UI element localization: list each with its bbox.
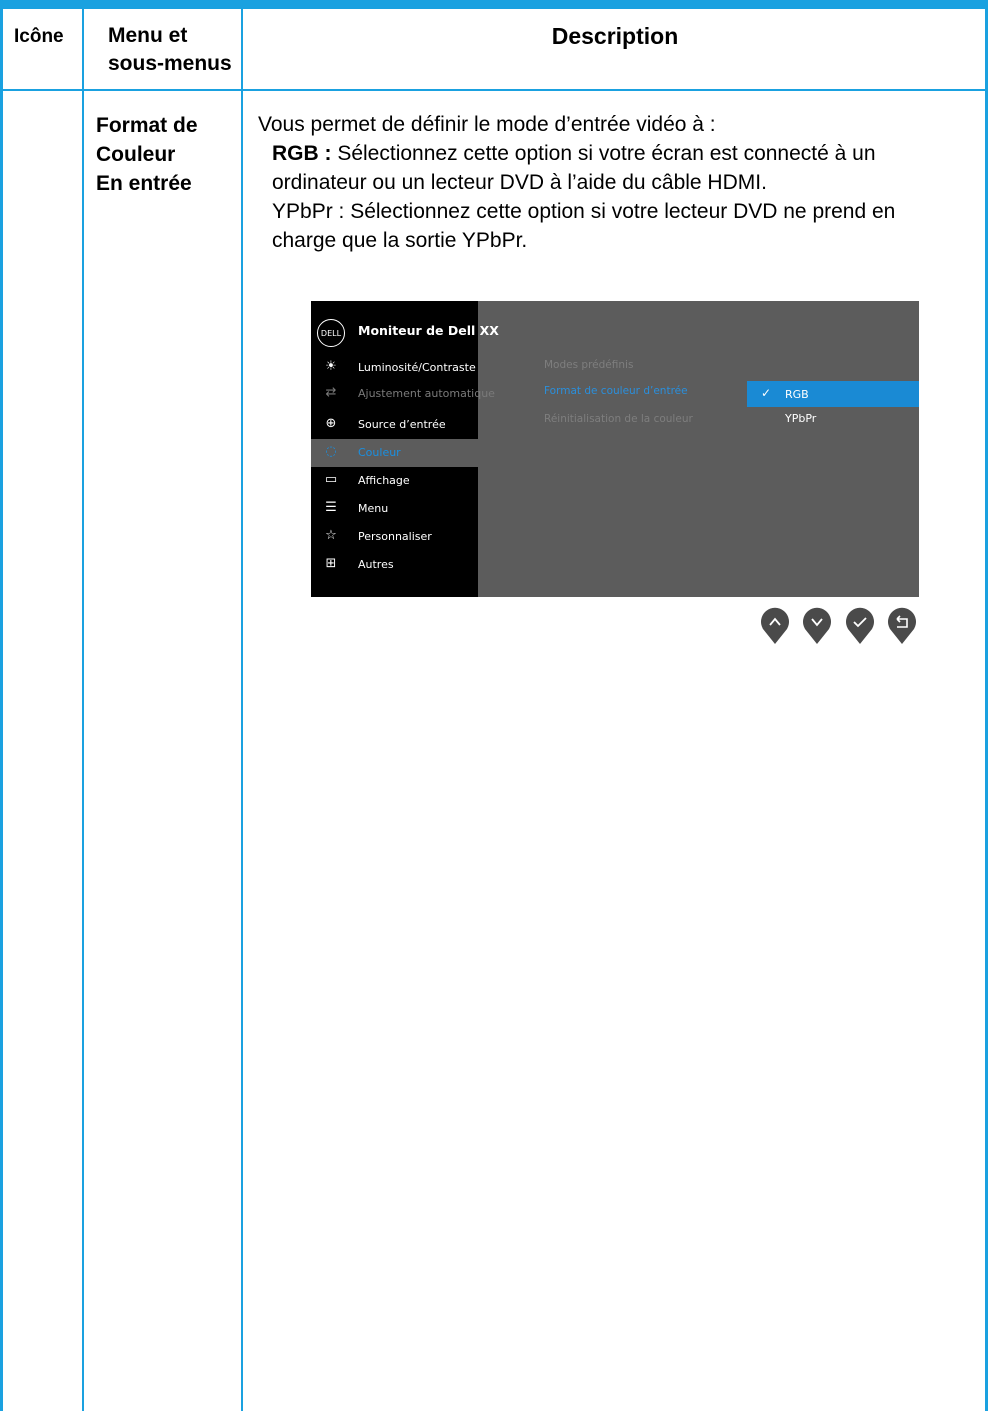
osd-sub-input-color-format[interactable]: Format de couleur d’entrée bbox=[544, 385, 688, 397]
rgb-text: Sélectionnez cette option si votre écran… bbox=[331, 142, 876, 165]
osd-item-others[interactable]: ⊞ Autres bbox=[311, 551, 478, 579]
star-icon: ☆ bbox=[325, 528, 337, 543]
auto-adjust-icon: ⇄ bbox=[325, 385, 337, 400]
back-button[interactable] bbox=[887, 607, 917, 645]
osd-sub-color-reset[interactable]: Réinitialisation de la couleur bbox=[544, 413, 693, 425]
header-icon: Icône bbox=[14, 26, 64, 47]
dell-logo: DELL bbox=[317, 319, 345, 347]
color-icon: ◌ bbox=[325, 444, 337, 459]
osd-item-auto-adjust[interactable]: ⇄ Ajustement automatique bbox=[311, 380, 495, 408]
submenu-line1: Format de bbox=[96, 114, 198, 137]
desc-ypbpr-2: charge que la sortie YPbPr. bbox=[272, 229, 528, 252]
table-header-divider bbox=[0, 89, 988, 91]
osd-option-label: YPbPr bbox=[785, 412, 817, 425]
osd-item-input-source[interactable]: ⊕ Source d’entrée bbox=[311, 411, 478, 439]
submenu-line3: En entrée bbox=[96, 172, 192, 195]
header-menu-line1: Menu et bbox=[108, 24, 188, 47]
osd-item-label: Source d’entrée bbox=[358, 418, 446, 431]
input-source-icon: ⊕ bbox=[325, 416, 337, 431]
checkmark-icon: ✓ bbox=[761, 386, 772, 400]
desc-rgb-2: ordinateur ou un lecteur DVD à l’aide du… bbox=[272, 171, 767, 194]
osd-title: Moniteur de Dell XX bbox=[358, 323, 499, 338]
table-col-divider-1 bbox=[82, 9, 84, 1411]
ok-button[interactable] bbox=[845, 607, 875, 645]
osd-menu-screenshot: DELL Moniteur de Dell XX ☀ Luminosité/Co… bbox=[311, 301, 919, 597]
osd-item-label: Ajustement automatique bbox=[358, 387, 495, 400]
osd-item-display[interactable]: ▭ Affichage bbox=[311, 467, 478, 495]
osd-item-menu[interactable]: ☰ Menu bbox=[311, 495, 478, 523]
osd-option-label: RGB bbox=[785, 388, 809, 401]
table-border-left bbox=[0, 9, 3, 1411]
osd-item-label: Luminosité/Contraste bbox=[358, 361, 476, 374]
table-col-divider-2 bbox=[241, 9, 243, 1411]
osd-sub-preset-modes[interactable]: Modes prédéfinis bbox=[544, 359, 633, 371]
osd-item-label: Personnaliser bbox=[358, 530, 432, 543]
rgb-label: RGB : bbox=[272, 142, 332, 165]
header-menu-line2: sous-menus bbox=[108, 52, 232, 75]
header-menu: Menu et sous-menus bbox=[108, 22, 232, 78]
header-description: Description bbox=[551, 23, 679, 49]
menu-icon: ☰ bbox=[325, 500, 337, 515]
desc-ypbpr: YPbPr : Sélectionnez cette option si vot… bbox=[272, 200, 896, 223]
others-icon: ⊞ bbox=[325, 556, 337, 571]
osd-item-brightness[interactable]: ☀ Luminosité/Contraste bbox=[311, 354, 478, 382]
osd-item-label: Couleur bbox=[358, 446, 401, 459]
description-text: Vous permet de définir le mode d’entrée … bbox=[258, 110, 982, 255]
osd-option-ypbpr[interactable]: YPbPr bbox=[747, 407, 919, 433]
document-page: Icône Menu et sous-menus Description For… bbox=[0, 0, 988, 1411]
osd-option-rgb[interactable]: ✓ RGB bbox=[747, 381, 919, 407]
osd-item-personalize[interactable]: ☆ Personnaliser bbox=[311, 523, 478, 551]
osd-item-color[interactable]: ◌ Couleur bbox=[311, 439, 478, 467]
desc-intro: Vous permet de définir le mode d’entrée … bbox=[258, 113, 716, 136]
up-button[interactable] bbox=[760, 607, 790, 645]
display-icon: ▭ bbox=[324, 472, 338, 487]
desc-rgb: RGB : Sélectionnez cette option si votre… bbox=[258, 139, 982, 168]
submenu-name: Format de Couleur En entrée bbox=[96, 111, 198, 198]
osd-item-label: Autres bbox=[358, 558, 394, 571]
table-top-border bbox=[0, 0, 988, 9]
brightness-icon: ☀ bbox=[325, 359, 337, 374]
down-button[interactable] bbox=[802, 607, 832, 645]
osd-item-label: Menu bbox=[358, 502, 389, 515]
osd-sidebar: DELL Moniteur de Dell XX ☀ Luminosité/Co… bbox=[311, 301, 499, 597]
osd-item-label: Affichage bbox=[358, 474, 410, 487]
submenu-line2: Couleur bbox=[96, 143, 176, 166]
